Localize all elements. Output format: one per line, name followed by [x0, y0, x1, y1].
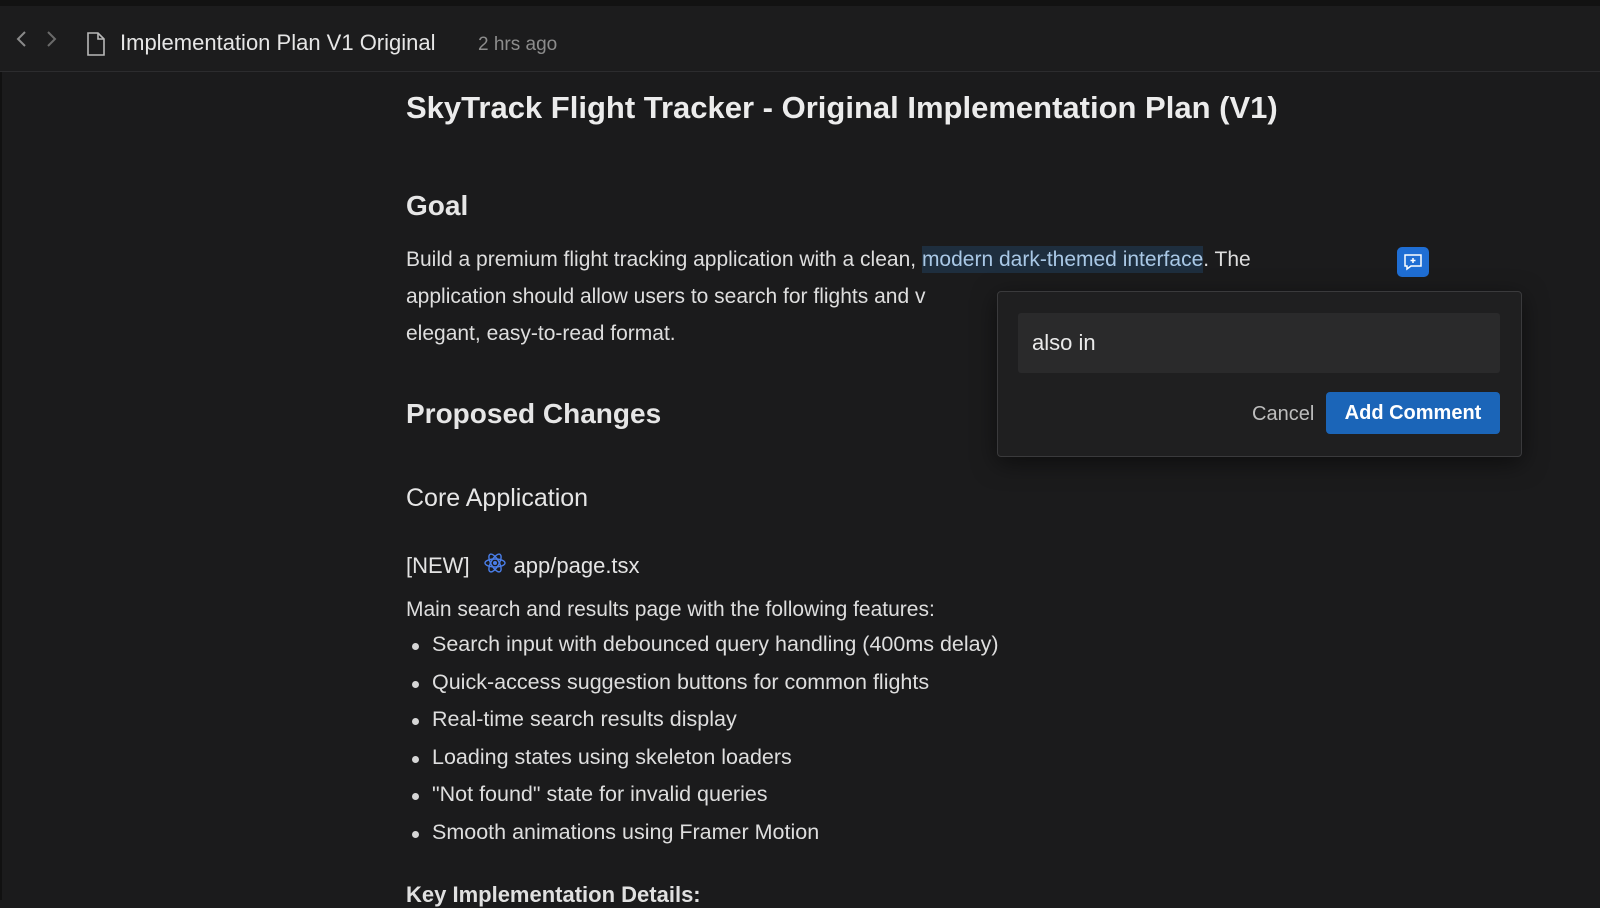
goal-paragraph-line3: elegant, easy-to-read format.: [406, 322, 676, 345]
list-item: "Not found" state for invalid queries: [406, 782, 999, 820]
top-bar: Implementation Plan V1 Original 2 hrs ag…: [0, 0, 1600, 72]
file-entry: [NEW] app/page.tsx: [406, 552, 640, 580]
goal-text: Build a premium flight tracking applicat…: [406, 248, 922, 271]
proposed-changes-heading: Proposed Changes: [406, 398, 662, 429]
cancel-button[interactable]: Cancel: [1246, 402, 1320, 427]
core-application-heading: Core Application: [406, 484, 589, 512]
back-button[interactable]: [12, 30, 32, 52]
new-tag: [NEW]: [406, 553, 470, 578]
document-timestamp: 2 hrs ago: [478, 34, 558, 55]
list-item: Real-time search results display: [406, 707, 999, 745]
page-title: SkyTrack Flight Tracker - Original Imple…: [406, 90, 1278, 125]
comment-popover: Cancel Add Comment: [997, 291, 1522, 457]
goal-text-end: . The: [1203, 248, 1251, 271]
main-description: Main search and results page with the fo…: [406, 598, 935, 621]
list-item: Search input with debounced query handli…: [406, 632, 999, 670]
goal-heading: Goal: [406, 190, 469, 221]
file-link[interactable]: app/page.tsx: [514, 553, 640, 579]
key-details-heading: Key Implementation Details:: [406, 882, 701, 907]
chevron-right-icon: [47, 31, 57, 47]
add-comment-icon: [1404, 254, 1422, 271]
list-item: Quick-access suggestion buttons for comm…: [406, 670, 999, 708]
document-title: Implementation Plan V1 Original: [120, 30, 436, 55]
goal-paragraph-line1: Build a premium flight tracking applicat…: [406, 246, 1251, 273]
add-comment-button[interactable]: Add Comment: [1326, 392, 1500, 434]
highlighted-text[interactable]: modern dark-themed interface: [921, 246, 1204, 273]
comment-input[interactable]: [1018, 313, 1500, 373]
react-icon: [483, 552, 506, 580]
goal-paragraph-line2: application should allow users to search…: [406, 285, 926, 308]
window-edge: [0, 72, 2, 900]
chevron-left-icon: [16, 31, 26, 47]
add-comment-trigger[interactable]: [1397, 247, 1429, 277]
feature-list: Search input with debounced query handli…: [406, 632, 999, 857]
list-item: Smooth animations using Framer Motion: [406, 820, 999, 858]
forward-button[interactable]: [41, 30, 61, 52]
document-icon: [86, 32, 106, 61]
list-item: Loading states using skeleton loaders: [406, 745, 999, 783]
